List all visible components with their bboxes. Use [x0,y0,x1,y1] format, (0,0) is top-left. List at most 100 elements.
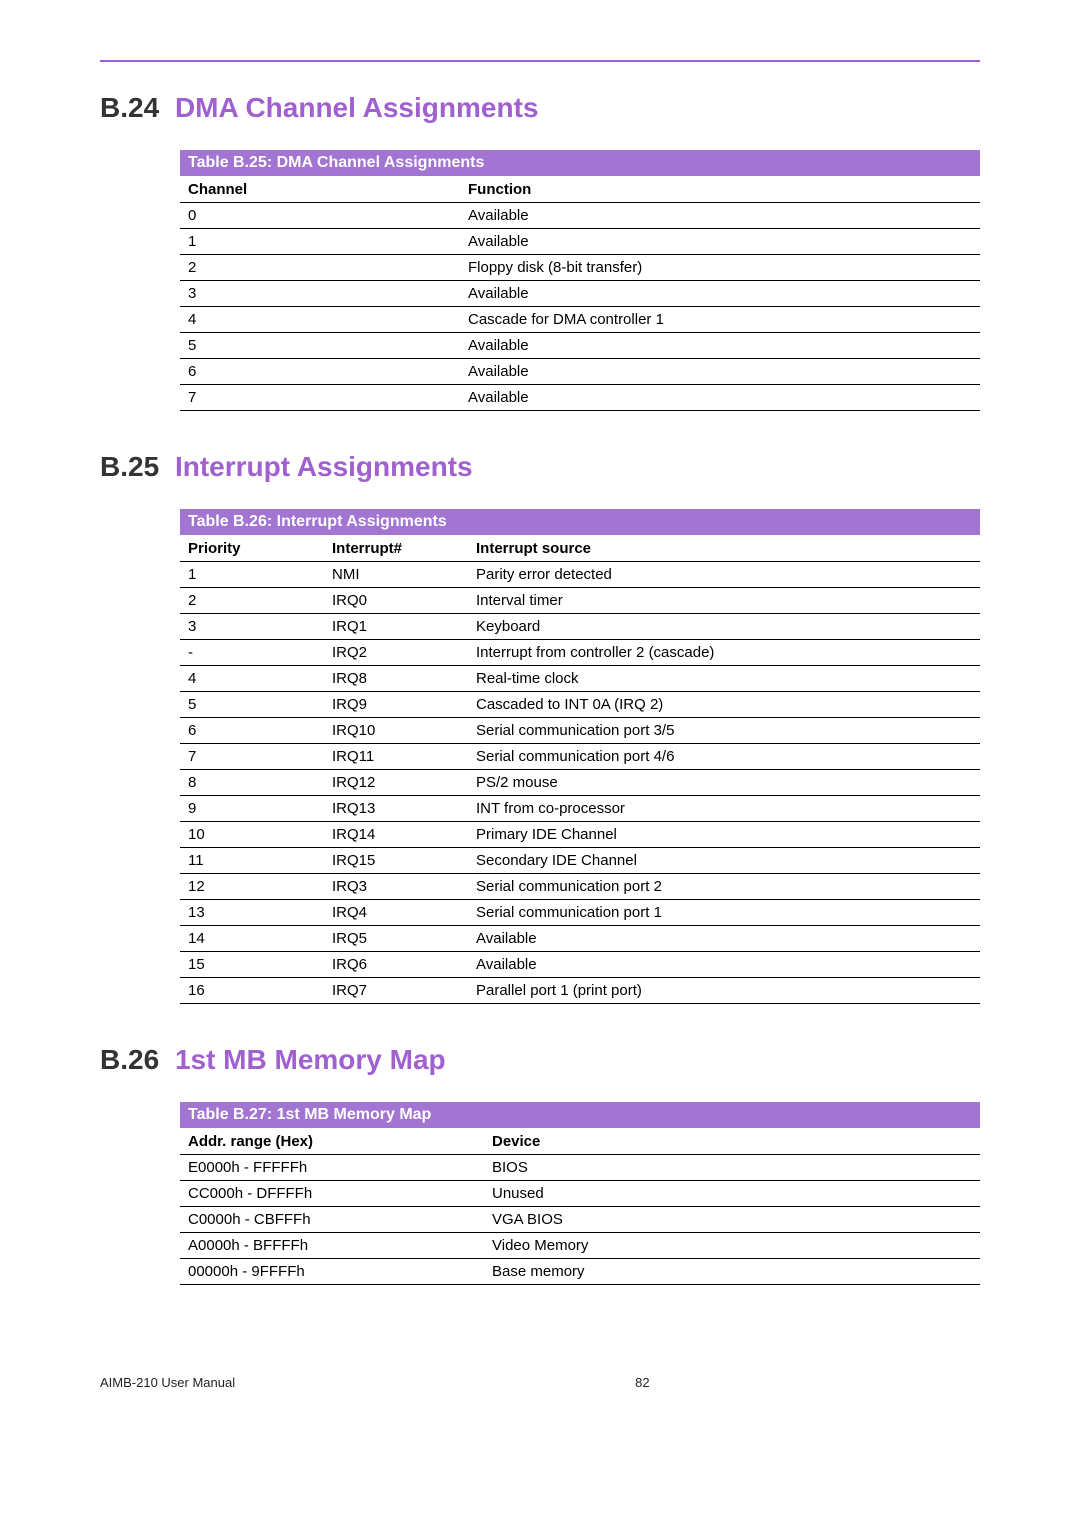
table-cell: 12 [180,874,324,900]
table-cell: Serial communication port 1 [468,900,980,926]
table-header-row: Addr. range (Hex) Device [180,1128,980,1155]
table-cell: IRQ14 [324,822,468,848]
table-row: 0Available [180,203,980,229]
table-cell: Interval timer [468,588,980,614]
table-cell: Secondary IDE Channel [468,848,980,874]
table-row: 6Available [180,359,980,385]
table-cell: 3 [180,281,460,307]
table-cell: 7 [180,744,324,770]
table-row: 7Available [180,385,980,411]
table-irq: Table B.26: Interrupt Assignments Priori… [180,509,980,1004]
table-row: 16IRQ7Parallel port 1 (print port) [180,978,980,1004]
table-row: 11IRQ15Secondary IDE Channel [180,848,980,874]
footer-page-number: 82 [635,1375,649,1390]
table-cell: Available [460,281,980,307]
table-cell: 6 [180,359,460,385]
header-priority: Priority [180,535,324,562]
section-title-b25: Interrupt Assignments [175,451,473,482]
table-cell: A0000h - BFFFFh [180,1233,484,1259]
table-cell: Primary IDE Channel [468,822,980,848]
table-cell: 6 [180,718,324,744]
table-cell: IRQ3 [324,874,468,900]
section-num-b25: B.25 [100,451,159,482]
table-row: 14IRQ5Available [180,926,980,952]
section-num-b26: B.26 [100,1044,159,1075]
table-row: 13IRQ4Serial communication port 1 [180,900,980,926]
table-cell: 00000h - 9FFFFh [180,1259,484,1285]
table-cell: 10 [180,822,324,848]
table-cell: IRQ15 [324,848,468,874]
footer-spacer [235,1375,635,1390]
table-cell: Available [460,333,980,359]
table-cell: 13 [180,900,324,926]
table-row: 10IRQ14Primary IDE Channel [180,822,980,848]
table-cell: 0 [180,203,460,229]
table-cell: IRQ12 [324,770,468,796]
table-header-row: Priority Interrupt# Interrupt source [180,535,980,562]
table-cell: IRQ4 [324,900,468,926]
table-row: 5Available [180,333,980,359]
table-row: 12IRQ3Serial communication port 2 [180,874,980,900]
header-interrupt: Interrupt# [324,535,468,562]
section-title-b24: DMA Channel Assignments [175,92,539,123]
table-cell: IRQ2 [324,640,468,666]
table-row: E0000h - FFFFFhBIOS [180,1155,980,1181]
table-cell: Interrupt from controller 2 (cascade) [468,640,980,666]
heading-b25: B.25 Interrupt Assignments [100,451,980,483]
table-cell: Available [460,359,980,385]
table-mem-wrap: Table B.27: 1st MB Memory Map Addr. rang… [180,1102,980,1285]
table-cell: E0000h - FFFFFh [180,1155,484,1181]
section-title-b26: 1st MB Memory Map [175,1044,446,1075]
table-cell: IRQ9 [324,692,468,718]
table-row: 2IRQ0Interval timer [180,588,980,614]
table-cell: IRQ6 [324,952,468,978]
table-row: A0000h - BFFFFhVideo Memory [180,1233,980,1259]
table-cell: Parity error detected [468,562,980,588]
header-source: Interrupt source [468,535,980,562]
table-row: 5IRQ9Cascaded to INT 0A (IRQ 2) [180,692,980,718]
page-footer: AIMB-210 User Manual 82 [100,1325,980,1390]
table-cell: 2 [180,255,460,281]
table-cell: Keyboard [468,614,980,640]
table-row: 2Floppy disk (8-bit transfer) [180,255,980,281]
table-cell: 4 [180,307,460,333]
table-cell: CC000h - DFFFFh [180,1181,484,1207]
table-cell: Real-time clock [468,666,980,692]
table-row: 7IRQ11Serial communication port 4/6 [180,744,980,770]
table-row: 15IRQ6Available [180,952,980,978]
table-row: 4IRQ8Real-time clock [180,666,980,692]
table-cell: Floppy disk (8-bit transfer) [460,255,980,281]
table-cell: Base memory [484,1259,980,1285]
table-cell: Unused [484,1181,980,1207]
table-cell: IRQ10 [324,718,468,744]
table-cell: 16 [180,978,324,1004]
table-cell: IRQ13 [324,796,468,822]
table-irq-caption: Table B.26: Interrupt Assignments [180,509,980,535]
header-channel: Channel [180,176,460,203]
table-row: 3IRQ1Keyboard [180,614,980,640]
table-cell: 4 [180,666,324,692]
table-cell: Available [468,926,980,952]
table-cell: Cascaded to INT 0A (IRQ 2) [468,692,980,718]
table-row: 1NMIParity error detected [180,562,980,588]
table-cell: Video Memory [484,1233,980,1259]
table-cell: 2 [180,588,324,614]
heading-b26: B.26 1st MB Memory Map [100,1044,980,1076]
table-cell: IRQ1 [324,614,468,640]
table-cell: NMI [324,562,468,588]
table-row: 4Cascade for DMA controller 1 [180,307,980,333]
table-cell: BIOS [484,1155,980,1181]
table-cell: Available [460,385,980,411]
table-row: 9IRQ13INT from co-processor [180,796,980,822]
table-cell: Cascade for DMA controller 1 [460,307,980,333]
table-cell: IRQ11 [324,744,468,770]
table-cell: 14 [180,926,324,952]
table-row: CC000h - DFFFFhUnused [180,1181,980,1207]
table-row: 00000h - 9FFFFhBase memory [180,1259,980,1285]
page: B.24 DMA Channel Assignments Table B.25:… [0,0,1080,1430]
table-cell: PS/2 mouse [468,770,980,796]
table-cell: 8 [180,770,324,796]
table-row: 8IRQ12PS/2 mouse [180,770,980,796]
table-cell: Available [460,229,980,255]
header-function: Function [460,176,980,203]
